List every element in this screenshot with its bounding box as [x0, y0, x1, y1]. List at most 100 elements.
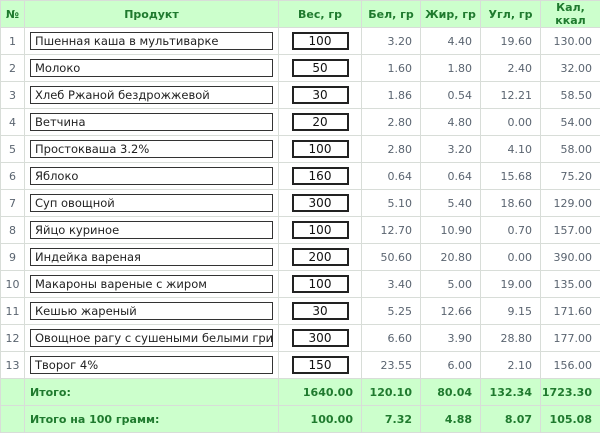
totals-carbs: 132.34 [481, 379, 541, 406]
protein-value: 3.20 [362, 28, 421, 55]
table-row: 8Яйцо куриное10012.7010.900.70157.00 [1, 217, 600, 244]
kcal-value: 135.00 [541, 271, 600, 298]
kcal-value: 58.00 [541, 136, 600, 163]
product-name-input[interactable]: Ветчина [30, 113, 273, 131]
kcal-value: 157.00 [541, 217, 600, 244]
row-number: 2 [1, 55, 25, 82]
product-name-input[interactable]: Индейка вареная [30, 248, 273, 266]
totals-fat: 80.04 [421, 379, 481, 406]
kcal-value: 32.00 [541, 55, 600, 82]
weight-cell: 100 [279, 28, 362, 55]
protein-value: 6.60 [362, 325, 421, 352]
weight-cell: 300 [279, 190, 362, 217]
product-name-input[interactable]: Творог 4% [30, 356, 273, 374]
product-cell: Макароны вареные с жиром [25, 271, 279, 298]
row-number: 7 [1, 190, 25, 217]
per100-carbs: 8.07 [481, 406, 541, 433]
kcal-value: 171.60 [541, 298, 600, 325]
kcal-value: 75.20 [541, 163, 600, 190]
product-cell: Овощное рагу с сушеными белыми грибами [25, 325, 279, 352]
row-number: 11 [1, 298, 25, 325]
table-row: 4Ветчина202.804.800.0054.00 [1, 109, 600, 136]
row-number: 10 [1, 271, 25, 298]
table-body: 1Пшенная каша в мультиварке1003.204.4019… [1, 28, 600, 379]
product-name-input[interactable]: Яблоко [30, 167, 273, 185]
product-name-input[interactable]: Пшенная каша в мультиварке [30, 32, 273, 50]
product-cell: Суп овощной [25, 190, 279, 217]
carbs-value: 0.70 [481, 217, 541, 244]
weight-cell: 100 [279, 271, 362, 298]
table-row: 11Кешью жареный305.2512.669.15171.60 [1, 298, 600, 325]
product-name-input[interactable]: Суп овощной [30, 194, 273, 212]
weight-cell: 30 [279, 298, 362, 325]
kcal-value: 129.00 [541, 190, 600, 217]
weight-input[interactable]: 50 [292, 59, 349, 77]
weight-input[interactable]: 160 [292, 167, 349, 185]
product-name-input[interactable]: Молоко [30, 59, 273, 77]
product-name-input[interactable]: Овощное рагу с сушеными белыми грибами [30, 329, 273, 347]
header-num: № [1, 1, 25, 28]
table-row: 12Овощное рагу с сушеными белыми грибами… [1, 325, 600, 352]
totals-weight: 1640.00 [279, 379, 362, 406]
per100-spacer [1, 406, 25, 433]
row-number: 6 [1, 163, 25, 190]
weight-input[interactable]: 300 [292, 329, 349, 347]
weight-input[interactable]: 300 [292, 194, 349, 212]
product-name-input[interactable]: Простокваша 3.2% [30, 140, 273, 158]
protein-value: 2.80 [362, 109, 421, 136]
fat-value: 6.00 [421, 352, 481, 379]
weight-input[interactable]: 100 [292, 275, 349, 293]
row-number: 5 [1, 136, 25, 163]
weight-input[interactable]: 100 [292, 140, 349, 158]
product-cell: Яйцо куриное [25, 217, 279, 244]
protein-value: 5.25 [362, 298, 421, 325]
weight-input[interactable]: 30 [292, 302, 349, 320]
protein-value: 23.55 [362, 352, 421, 379]
carbs-value: 19.00 [481, 271, 541, 298]
carbs-value: 2.10 [481, 352, 541, 379]
protein-value: 1.60 [362, 55, 421, 82]
header-protein: Бел, гр [362, 1, 421, 28]
header-product: Продукт [25, 1, 279, 28]
product-cell: Пшенная каша в мультиварке [25, 28, 279, 55]
product-name-input[interactable]: Макароны вареные с жиром [30, 275, 273, 293]
header-kcal: Кал, ккал [541, 1, 600, 28]
header-carbs: Угл, гр [481, 1, 541, 28]
per100-label: Итого на 100 грамм: [25, 406, 279, 433]
kcal-value: 130.00 [541, 28, 600, 55]
per100-row: Итого на 100 грамм: 100.00 7.32 4.88 8.0… [1, 406, 600, 433]
carbs-value: 0.00 [481, 109, 541, 136]
carbs-value: 12.21 [481, 82, 541, 109]
weight-cell: 200 [279, 244, 362, 271]
table-row: 9Индейка вареная20050.6020.800.00390.00 [1, 244, 600, 271]
table-row: 7Суп овощной3005.105.4018.60129.00 [1, 190, 600, 217]
product-name-input[interactable]: Яйцо куриное [30, 221, 273, 239]
product-cell: Хлеб Ржаной бездрожжевой [25, 82, 279, 109]
fat-value: 1.80 [421, 55, 481, 82]
weight-cell: 100 [279, 136, 362, 163]
fat-value: 0.64 [421, 163, 481, 190]
per100-protein: 7.32 [362, 406, 421, 433]
weight-cell: 150 [279, 352, 362, 379]
weight-cell: 160 [279, 163, 362, 190]
fat-value: 4.40 [421, 28, 481, 55]
kcal-value: 177.00 [541, 325, 600, 352]
fat-value: 3.20 [421, 136, 481, 163]
weight-input[interactable]: 20 [292, 113, 349, 131]
weight-input[interactable]: 100 [292, 32, 349, 50]
weight-input[interactable]: 30 [292, 86, 349, 104]
product-name-input[interactable]: Хлеб Ржаной бездрожжевой [30, 86, 273, 104]
totals-kcal: 1723.30 [541, 379, 600, 406]
weight-cell: 30 [279, 82, 362, 109]
product-name-input[interactable]: Кешью жареный [30, 302, 273, 320]
weight-input[interactable]: 100 [292, 221, 349, 239]
weight-cell: 50 [279, 55, 362, 82]
per100-fat: 4.88 [421, 406, 481, 433]
per100-weight: 100.00 [279, 406, 362, 433]
product-cell: Творог 4% [25, 352, 279, 379]
product-cell: Молоко [25, 55, 279, 82]
weight-input[interactable]: 150 [292, 356, 349, 374]
table-row: 1Пшенная каша в мультиварке1003.204.4019… [1, 28, 600, 55]
kcal-value: 156.00 [541, 352, 600, 379]
weight-input[interactable]: 200 [292, 248, 349, 266]
